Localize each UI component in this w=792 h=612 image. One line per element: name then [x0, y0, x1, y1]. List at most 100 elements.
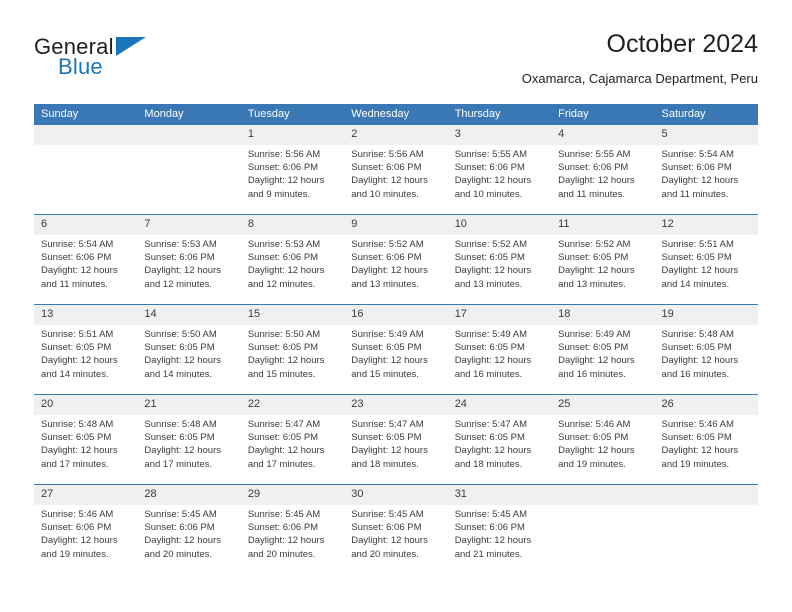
day-cell-inner: 13 Sunrise: 5:51 AM Sunset: 6:05 PM Dayligh…	[34, 305, 138, 394]
calendar-day-cell[interactable]: 4 Sunrise: 5:55 AM Sunset: 6:06 PM Daylight…	[551, 125, 655, 215]
day-detail-line: and 9 minutes.	[247, 188, 311, 200]
day-detail-line: and 11 minutes.	[558, 188, 626, 200]
day-number: 24	[447, 395, 552, 415]
day-detail-line: Sunrise: 5:51 AM	[41, 329, 114, 340]
calendar-day-cell[interactable]: 29 Sunrise: 5:45 AM Sunset: 6:06 PM Dayligh…	[240, 484, 345, 574]
calendar-day-cell[interactable]: 24 Sunrise: 5:47 AM Sunset: 6:05 PM Dayligh…	[447, 394, 552, 485]
calendar-day-cell[interactable]: 20 Sunrise: 5:48 AM Sunset: 6:05 PM Dayligh…	[34, 394, 138, 485]
day-detail-line: and 13 minutes.	[351, 278, 419, 290]
day-detail-line: Daylight: 12 hours	[247, 175, 325, 187]
calendar-day-cell[interactable]: 26 Sunrise: 5:46 AM Sunset: 6:05 PM Dayligh…	[654, 394, 758, 485]
calendar-day-cell[interactable]: 10 Sunrise: 5:52 AM Sunset: 6:05 PM Dayligh…	[447, 214, 552, 305]
calendar-day-cell[interactable]: 2 Sunrise: 5:56 AM Sunset: 6:06 PM Daylight…	[344, 125, 448, 215]
day-cell-inner: 24 Sunrise: 5:47 AM Sunset: 6:05 PM Dayligh…	[447, 395, 552, 484]
day-detail-line: Sunset: 6:06 PM	[351, 252, 422, 264]
day-cell-inner: 19 Sunrise: 5:48 AM Sunset: 6:05 PM Dayligh…	[654, 305, 758, 394]
calendar-day-cell[interactable]: 12 Sunrise: 5:51 AM Sunset: 6:05 PM Dayligh…	[654, 214, 758, 305]
calendar-day-cell[interactable]: 14 Sunrise: 5:50 AM Sunset: 6:05 PM Dayligh…	[137, 304, 241, 395]
calendar-day-cell[interactable]: 15 Sunrise: 5:50 AM Sunset: 6:05 PM Dayligh…	[240, 304, 345, 395]
day-details: Sunrise: 5:55 AM Sunset: 6:06 PM Daylight:…	[551, 145, 654, 201]
day-cell-inner	[654, 485, 758, 574]
day-detail-line: Daylight: 12 hours	[558, 355, 635, 367]
day-detail-line: Sunrise: 5:55 AM	[454, 149, 528, 160]
day-details: Sunrise: 5:52 AM Sunset: 6:05 PM Daylight:…	[448, 235, 551, 291]
day-details	[137, 145, 240, 148]
day-detail-line: Sunrise: 5:45 AM	[454, 509, 528, 520]
day-cell-inner: 15 Sunrise: 5:50 AM Sunset: 6:05 PM Dayligh…	[240, 305, 345, 394]
day-detail-line: Sunset: 6:05 PM	[661, 432, 732, 444]
calendar-day-cell[interactable]: 31 Sunrise: 5:45 AM Sunset: 6:06 PM Dayligh…	[447, 484, 552, 574]
day-detail-line: and 14 minutes.	[661, 278, 730, 290]
calendar-day-cell[interactable]: 16 Sunrise: 5:49 AM Sunset: 6:05 PM Dayligh…	[344, 304, 448, 395]
day-number: 6	[34, 215, 138, 235]
day-detail-line: Daylight: 12 hours	[454, 175, 532, 187]
day-detail-line: Sunrise: 5:47 AM	[454, 419, 528, 430]
day-cell-inner: 31 Sunrise: 5:45 AM Sunset: 6:06 PM Dayligh…	[447, 485, 552, 574]
calendar-day-cell[interactable]: 5 Sunrise: 5:54 AM Sunset: 6:06 PM Daylight…	[654, 125, 758, 215]
calendar-day-cell[interactable]: 21 Sunrise: 5:48 AM Sunset: 6:05 PM Dayligh…	[137, 394, 241, 485]
calendar-day-cell[interactable]: 23 Sunrise: 5:47 AM Sunset: 6:05 PM Dayligh…	[344, 394, 448, 485]
day-cell-inner	[551, 485, 655, 574]
day-cell-inner: 2 Sunrise: 5:56 AM Sunset: 6:06 PM Daylight…	[344, 125, 448, 214]
day-detail-line: Sunrise: 5:56 AM	[351, 149, 424, 160]
day-number: 27	[34, 485, 138, 505]
day-number: 18	[551, 305, 655, 325]
calendar-header-row: Sunday Monday Tuesday Wednesday Thursday Frid…	[34, 104, 758, 125]
day-cell-inner: 26 Sunrise: 5:46 AM Sunset: 6:05 PM Dayligh…	[654, 395, 758, 484]
day-number: 29	[240, 485, 345, 505]
day-details: Sunrise: 5:51 AM Sunset: 6:05 PM Daylight:…	[655, 235, 758, 291]
day-number: 28	[137, 485, 241, 505]
day-cell-inner: 10 Sunrise: 5:52 AM Sunset: 6:05 PM Dayligh…	[447, 215, 552, 304]
calendar-day-cell[interactable]: 19 Sunrise: 5:48 AM Sunset: 6:05 PM Dayligh…	[654, 304, 758, 395]
day-detail-line: Sunrise: 5:53 AM	[144, 239, 217, 250]
day-detail-line: Sunset: 6:06 PM	[454, 522, 525, 534]
day-detail-line: Daylight: 12 hours	[661, 265, 739, 277]
calendar-day-cell[interactable]: 17 Sunrise: 5:49 AM Sunset: 6:05 PM Dayligh…	[447, 304, 552, 395]
calendar-day-cell[interactable]: 28 Sunrise: 5:45 AM Sunset: 6:06 PM Dayligh…	[137, 484, 241, 574]
day-cell-inner: 27 Sunrise: 5:46 AM Sunset: 6:06 PM Dayligh…	[34, 485, 138, 574]
day-detail-line: Daylight: 12 hours	[558, 175, 635, 187]
day-detail-line: Sunset: 6:05 PM	[144, 342, 215, 354]
calendar-day-cell[interactable]: 11 Sunrise: 5:52 AM Sunset: 6:05 PM Dayligh…	[551, 214, 655, 305]
day-detail-line: Sunset: 6:05 PM	[454, 432, 525, 444]
day-number: 21	[137, 395, 241, 415]
calendar-day-cell[interactable]: 8 Sunrise: 5:53 AM Sunset: 6:06 PM Daylight…	[240, 214, 345, 305]
day-detail-line: Sunset: 6:05 PM	[247, 342, 319, 354]
day-number: 9	[344, 215, 448, 235]
calendar-day-cell[interactable]: 1 Sunrise: 5:56 AM Sunset: 6:06 PM Daylight…	[240, 125, 345, 215]
calendar-day-cell[interactable]: 18 Sunrise: 5:49 AM Sunset: 6:05 PM Dayligh…	[551, 304, 655, 395]
day-detail-line: and 19 minutes.	[558, 458, 626, 470]
day-detail-line: Daylight: 12 hours	[247, 535, 325, 547]
day-cell-inner: 16 Sunrise: 5:49 AM Sunset: 6:05 PM Dayligh…	[344, 305, 448, 394]
day-detail-line: Sunrise: 5:46 AM	[661, 419, 734, 430]
weekday-header-friday: Friday	[551, 104, 655, 125]
day-detail-line: Sunset: 6:06 PM	[351, 162, 422, 174]
day-number: 7	[137, 215, 241, 235]
day-detail-line: and 10 minutes.	[454, 188, 523, 200]
calendar-day-cell[interactable]: 3 Sunrise: 5:55 AM Sunset: 6:06 PM Daylight…	[447, 125, 552, 215]
calendar-week-row: 1 Sunrise: 5:56 AM Sunset: 6:06 PM Daylight…	[34, 125, 758, 215]
day-number: 8	[240, 215, 345, 235]
weekday-header-tuesday: Tuesday	[240, 104, 345, 125]
day-details: Sunrise: 5:46 AM Sunset: 6:05 PM Daylight:…	[655, 415, 758, 471]
day-detail-line: Sunset: 6:06 PM	[247, 522, 319, 534]
day-detail-line: Sunrise: 5:49 AM	[454, 329, 528, 340]
calendar-day-cell[interactable]: 22 Sunrise: 5:47 AM Sunset: 6:05 PM Dayligh…	[240, 394, 345, 485]
calendar-day-cell[interactable]: 13 Sunrise: 5:51 AM Sunset: 6:05 PM Dayligh…	[34, 304, 138, 395]
day-number: 19	[654, 305, 758, 325]
calendar-day-cell[interactable]: 27 Sunrise: 5:46 AM Sunset: 6:06 PM Dayligh…	[34, 484, 138, 574]
day-details	[655, 505, 758, 508]
day-number	[551, 485, 655, 505]
calendar-day-cell[interactable]: 6 Sunrise: 5:54 AM Sunset: 6:06 PM Daylight…	[34, 214, 138, 305]
day-cell-inner: 14 Sunrise: 5:50 AM Sunset: 6:05 PM Dayligh…	[137, 305, 241, 394]
calendar-day-cell[interactable]: 7 Sunrise: 5:53 AM Sunset: 6:06 PM Daylight…	[137, 214, 241, 305]
day-detail-line: Sunset: 6:05 PM	[661, 252, 732, 264]
calendar-day-cell[interactable]: 25 Sunrise: 5:46 AM Sunset: 6:05 PM Dayligh…	[551, 394, 655, 485]
day-detail-line: and 13 minutes.	[558, 278, 626, 290]
calendar-week-row: 6 Sunrise: 5:54 AM Sunset: 6:06 PM Daylight…	[34, 214, 758, 305]
day-detail-line: Sunset: 6:05 PM	[454, 252, 525, 264]
calendar-day-cell[interactable]: 9 Sunrise: 5:52 AM Sunset: 6:06 PM Daylight…	[344, 214, 448, 305]
day-details: Sunrise: 5:47 AM Sunset: 6:05 PM Daylight:…	[241, 415, 344, 471]
calendar-day-cell[interactable]: 30 Sunrise: 5:45 AM Sunset: 6:06 PM Dayligh…	[344, 484, 448, 574]
day-details: Sunrise: 5:52 AM Sunset: 6:05 PM Daylight:…	[551, 235, 654, 291]
